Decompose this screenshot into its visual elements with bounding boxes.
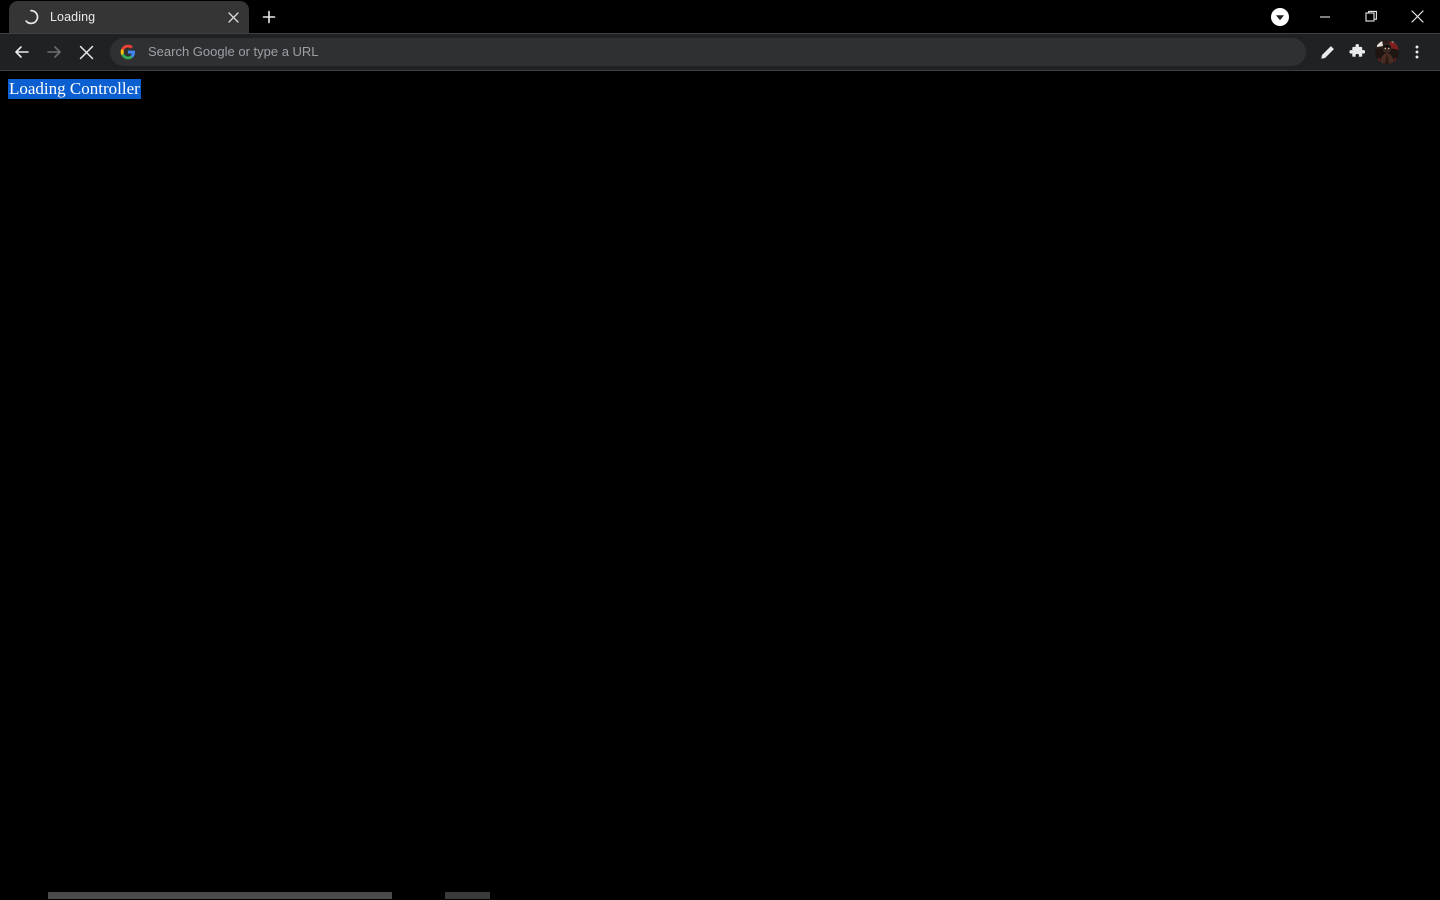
browser-tab-loading[interactable]: Loading	[9, 1, 249, 33]
maximize-icon	[1364, 10, 1377, 22]
google-g-icon	[120, 44, 136, 60]
page-viewport: Loading Controller	[0, 71, 1440, 900]
close-icon	[79, 45, 93, 59]
extensions-button[interactable]	[1342, 37, 1372, 67]
minimize-button[interactable]	[1302, 0, 1348, 33]
close-window-button[interactable]	[1394, 0, 1440, 33]
page-heading: Loading Controller	[8, 79, 141, 99]
stop-loading-button[interactable]	[70, 36, 102, 68]
arrow-left-icon	[15, 46, 29, 58]
close-icon	[1410, 10, 1424, 23]
omnibox-placeholder: Search Google or type a URL	[148, 44, 319, 59]
toolbar: Search Google or type a URL	[0, 33, 1440, 71]
loading-spinner-icon	[23, 9, 39, 25]
new-tab-button[interactable]	[255, 3, 283, 31]
forward-button[interactable]	[38, 36, 70, 68]
plus-icon	[262, 10, 276, 24]
address-bar[interactable]: Search Google or type a URL	[110, 38, 1306, 66]
maximize-button[interactable]	[1348, 0, 1394, 33]
tab-title: Loading	[50, 10, 96, 24]
pencil-icon	[1320, 45, 1334, 59]
puzzle-piece-icon	[1348, 43, 1365, 57]
scrollbar-thumb[interactable]	[48, 892, 392, 899]
browser-window: Loading Search Google or type a URL Load…	[0, 0, 1440, 900]
window-controls	[1302, 0, 1440, 33]
horizontal-scrollbar[interactable]	[0, 889, 1440, 900]
tab-strip: Loading	[0, 0, 1440, 33]
close-icon[interactable]	[221, 5, 245, 29]
chrome-menu-button[interactable]	[1402, 37, 1432, 67]
arrow-right-icon	[47, 46, 61, 58]
back-button[interactable]	[6, 36, 38, 68]
scrollbar-thumb-secondary[interactable]	[445, 892, 490, 899]
avatar[interactable]	[1375, 40, 1399, 64]
download-circle-icon[interactable]	[1270, 7, 1290, 27]
minimize-icon	[1320, 15, 1330, 18]
three-dot-menu-icon	[1415, 45, 1419, 59]
edit-pencil-button[interactable]	[1312, 37, 1342, 67]
